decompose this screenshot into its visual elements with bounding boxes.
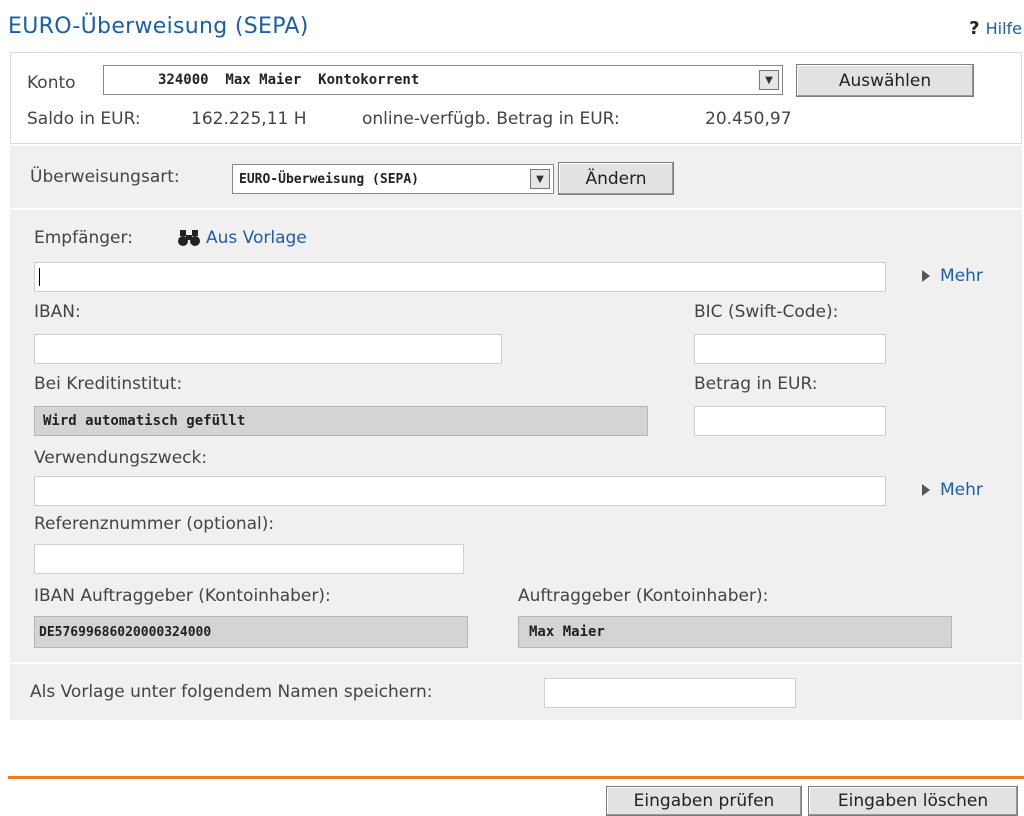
account-section: Konto 324000 Max Maier Kontokorrent ▼ Au… (10, 52, 1022, 144)
recipient-input[interactable] (34, 262, 886, 292)
bic-label: BIC (Swift-Code): (694, 302, 839, 322)
payer-field: Max Maier (518, 616, 952, 648)
transfer-form: Empfänger: Aus Vorlage Mehr IBAN: BIC (S… (10, 210, 1022, 662)
purpose-more-link[interactable]: Mehr (922, 480, 983, 500)
change-type-button[interactable]: Ändern (558, 162, 674, 195)
transfer-type-section: Überweisungsart: EURO-Überweisung (SEPA)… (10, 146, 1022, 208)
transfer-type-value: EURO-Überweisung (SEPA) (239, 171, 420, 187)
account-select-value: 324000 Max Maier Kontokorrent (158, 72, 420, 88)
chevron-down-icon[interactable]: ▼ (530, 169, 550, 189)
recipient-more-link[interactable]: Mehr (922, 266, 983, 286)
account-select[interactable]: 324000 Max Maier Kontokorrent ▼ (103, 65, 783, 95)
purpose-label: Verwendungszweck: (34, 448, 208, 468)
bank-value: Wird automatisch gefüllt (43, 413, 246, 429)
from-template-link[interactable]: Aus Vorlage (178, 228, 307, 248)
payer-iban-value: DE57699686020000324000 (39, 624, 212, 640)
template-name-label: Als Vorlage unter folgendem Namen speich… (30, 682, 433, 702)
question-icon: ? (969, 18, 980, 39)
chevron-down-icon[interactable]: ▼ (759, 70, 779, 90)
more-label: Mehr (940, 480, 983, 500)
bank-field: Wird automatisch gefüllt (34, 406, 648, 436)
clear-inputs-button[interactable]: Eingaben löschen (808, 786, 1018, 816)
template-name-input[interactable] (544, 678, 796, 708)
payer-iban-field: DE57699686020000324000 (34, 616, 468, 648)
iban-label: IBAN: (34, 302, 81, 322)
help-label: Hilfe (985, 19, 1022, 38)
select-account-button[interactable]: Auswählen (796, 64, 974, 97)
play-arrow-icon (922, 270, 930, 282)
binoculars-icon (178, 230, 200, 246)
amount-label: Betrag in EUR: (694, 374, 818, 394)
reference-input[interactable] (34, 544, 464, 574)
play-arrow-icon (922, 484, 930, 496)
reference-label: Referenznummer (optional): (34, 514, 275, 534)
transfer-type-select[interactable]: EURO-Überweisung (SEPA) ▼ (232, 164, 554, 194)
payer-label: Auftraggeber (Kontoinhaber): (518, 586, 769, 606)
amount-input[interactable] (694, 406, 886, 436)
bank-label: Bei Kreditinstitut: (34, 374, 183, 394)
check-inputs-button[interactable]: Eingaben prüfen (606, 786, 802, 816)
account-label: Konto (27, 73, 76, 93)
text-cursor (39, 268, 40, 286)
balance-value: 162.225,11 H (191, 109, 307, 129)
payer-value: Max Maier (529, 624, 605, 640)
payer-iban-label: IBAN Auftraggeber (Kontoinhaber): (34, 586, 331, 606)
page-title: EURO-Überweisung (SEPA) (8, 14, 309, 39)
help-link[interactable]: ? Hilfe (969, 18, 1022, 39)
purpose-input[interactable] (34, 476, 886, 506)
available-value: 20.450,97 (705, 109, 792, 129)
divider-line (8, 776, 1024, 779)
balance-label: Saldo in EUR: (27, 109, 141, 129)
available-label: online-verfügb. Betrag in EUR: (362, 109, 620, 129)
transfer-type-label: Überweisungsart: (30, 167, 180, 187)
from-template-label: Aus Vorlage (206, 228, 307, 248)
more-label: Mehr (940, 266, 983, 286)
template-save-section: Als Vorlage unter folgendem Namen speich… (10, 664, 1022, 720)
recipient-label: Empfänger: (34, 228, 133, 248)
iban-input[interactable] (34, 334, 502, 364)
bic-input[interactable] (694, 334, 886, 364)
